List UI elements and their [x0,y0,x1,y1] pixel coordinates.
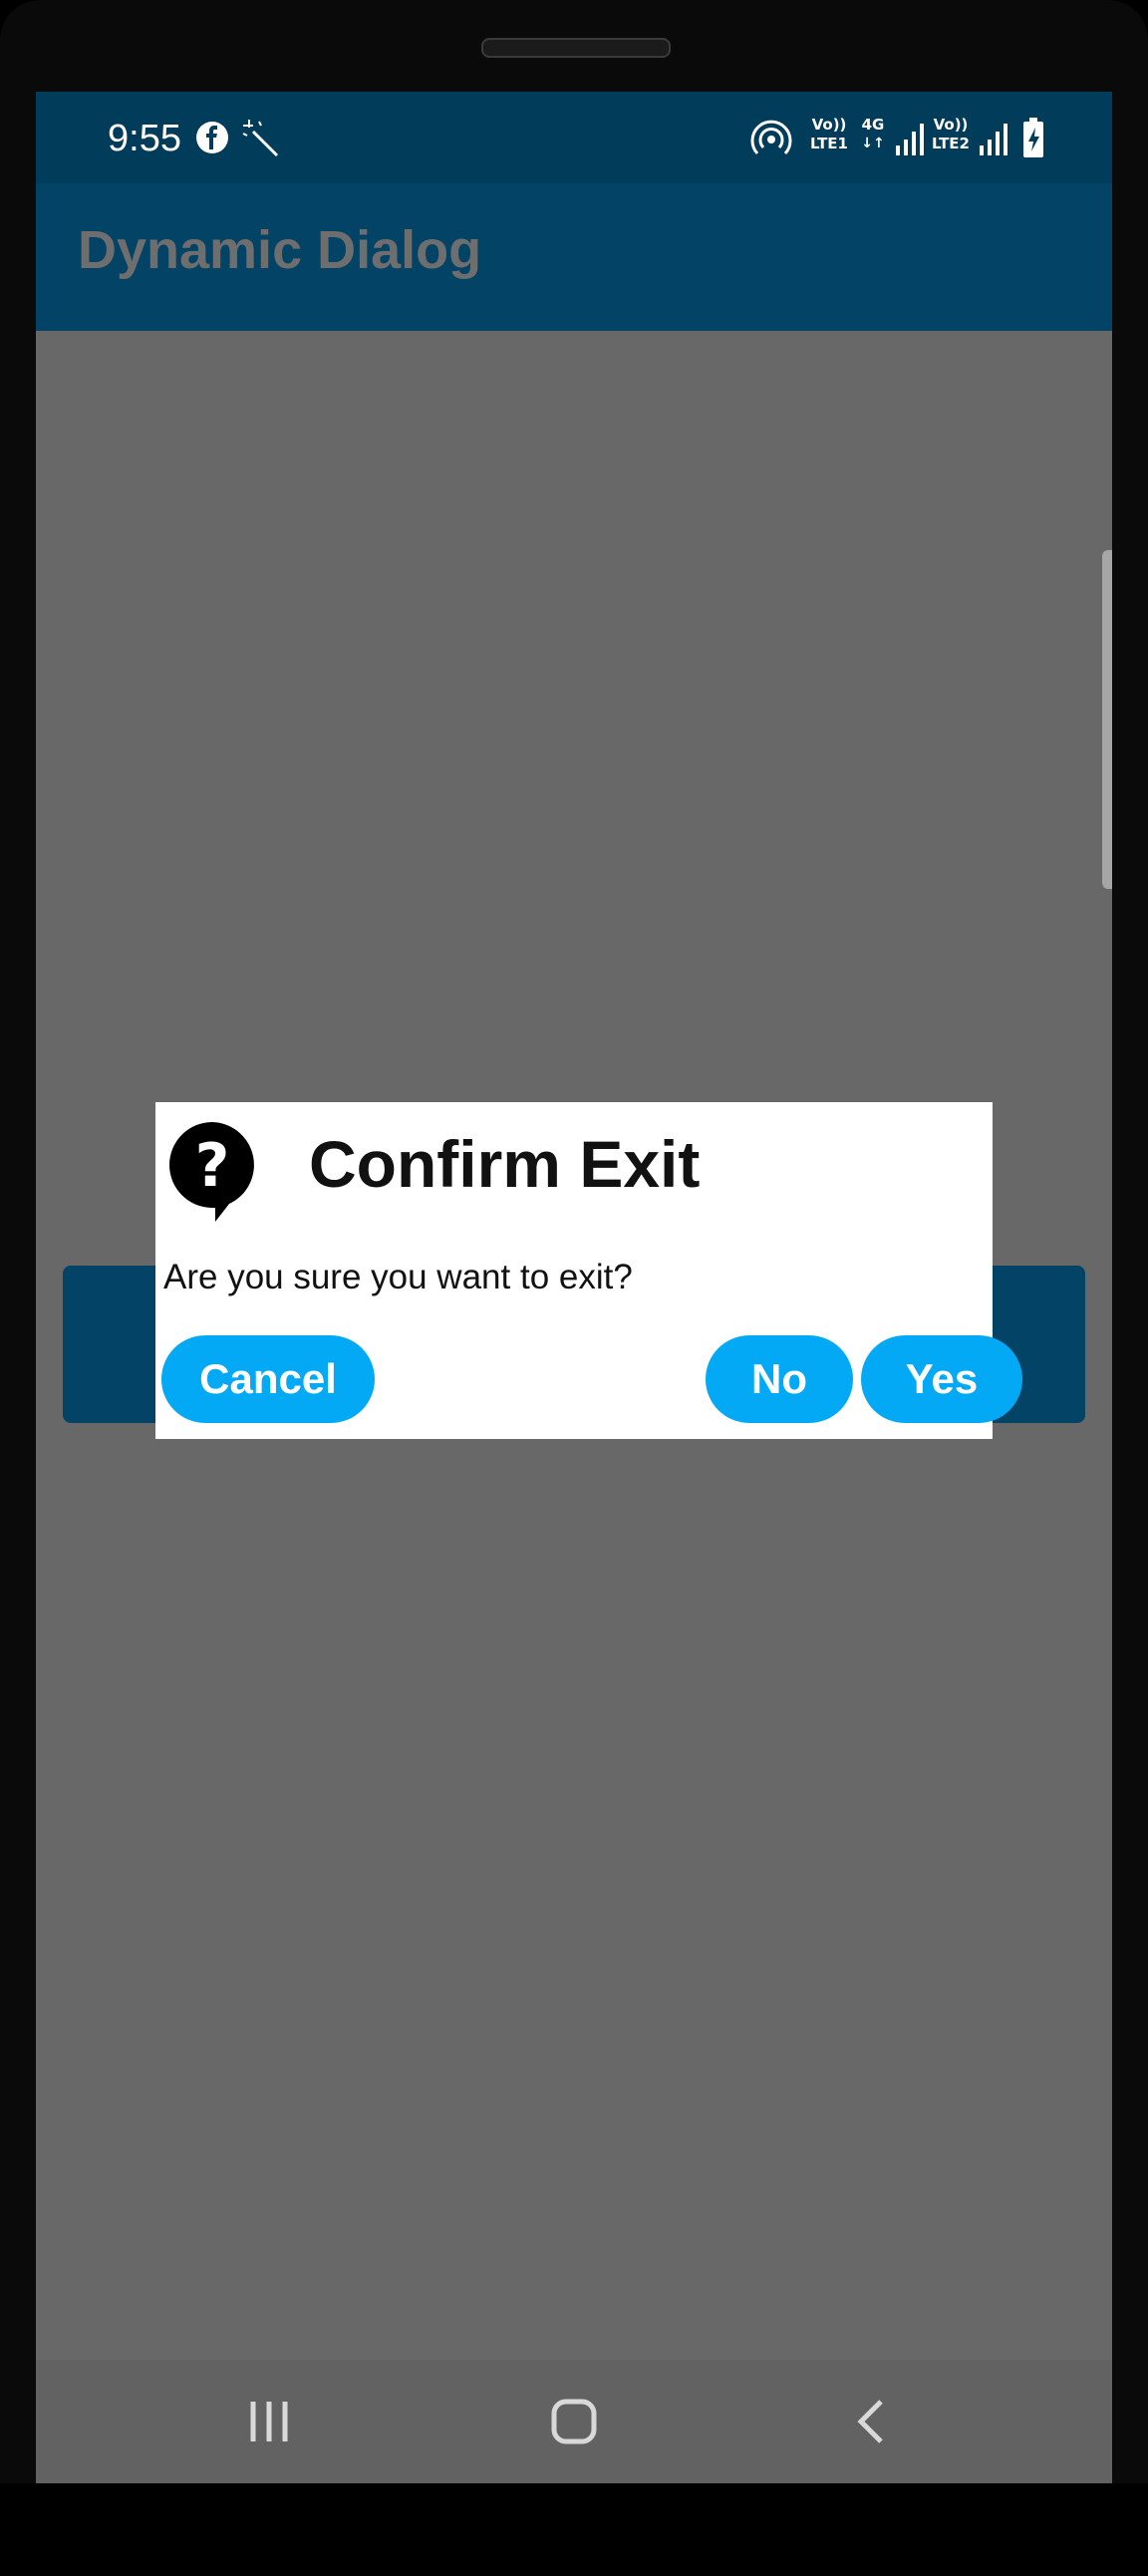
cancel-button[interactable]: Cancel [161,1335,375,1423]
no-button[interactable]: No [706,1335,853,1423]
dialog-message: Are you sure you want to exit? [163,1258,633,1296]
question-bubble-icon: ? [169,1122,254,1222]
data-arrows-icon: ↓↑ [861,136,885,151]
home-icon[interactable] [534,2390,614,2453]
app-title: Dynamic Dialog [78,220,482,280]
bottom-bezel [0,2483,1148,2576]
back-icon[interactable] [833,2390,913,2453]
status-bar: 9:55 Vo)) LTE1 4G ↓↑ Vo)) LTE2 [36,92,1112,183]
yes-button[interactable]: Yes [861,1335,1022,1423]
facebook-icon [196,122,228,153]
battery-charging-icon [1023,118,1043,157]
vo-label-2: Vo)) [933,116,969,134]
earpiece-speaker [481,38,671,58]
volte-lte1-icon: Vo)) LTE1 [807,116,851,153]
network-type-label: 4G [861,116,885,134]
app-bar: Dynamic Dialog [36,183,1112,331]
status-time: 9:55 [108,118,181,159]
signal-icon [896,124,924,155]
recent-apps-icon[interactable] [229,2390,309,2453]
confirm-dialog: ? Confirm Exit Are you sure you want to … [155,1102,1022,1439]
phone-frame: 9:55 Vo)) LTE1 4G ↓↑ Vo)) LTE2 Dynamic D… [0,0,1148,2576]
signal-4g-icon: 4G ↓↑ [857,116,889,153]
lte2-label: LTE2 [932,135,970,152]
vo-label: Vo)) [811,116,847,134]
navigation-bar [36,2360,1112,2483]
scroll-indicator[interactable] [1102,550,1112,889]
dialog-title: Confirm Exit [309,1127,701,1201]
magic-wand-icon [242,120,279,157]
screen: 9:55 Vo)) LTE1 4G ↓↑ Vo)) LTE2 Dynamic D… [36,92,1112,2483]
svg-text:?: ? [195,1131,230,1201]
volte-lte2-icon: Vo)) LTE2 [929,116,973,153]
signal-icon-2 [980,124,1007,155]
hotspot-icon [750,120,792,155]
lte1-label: LTE1 [810,135,848,152]
